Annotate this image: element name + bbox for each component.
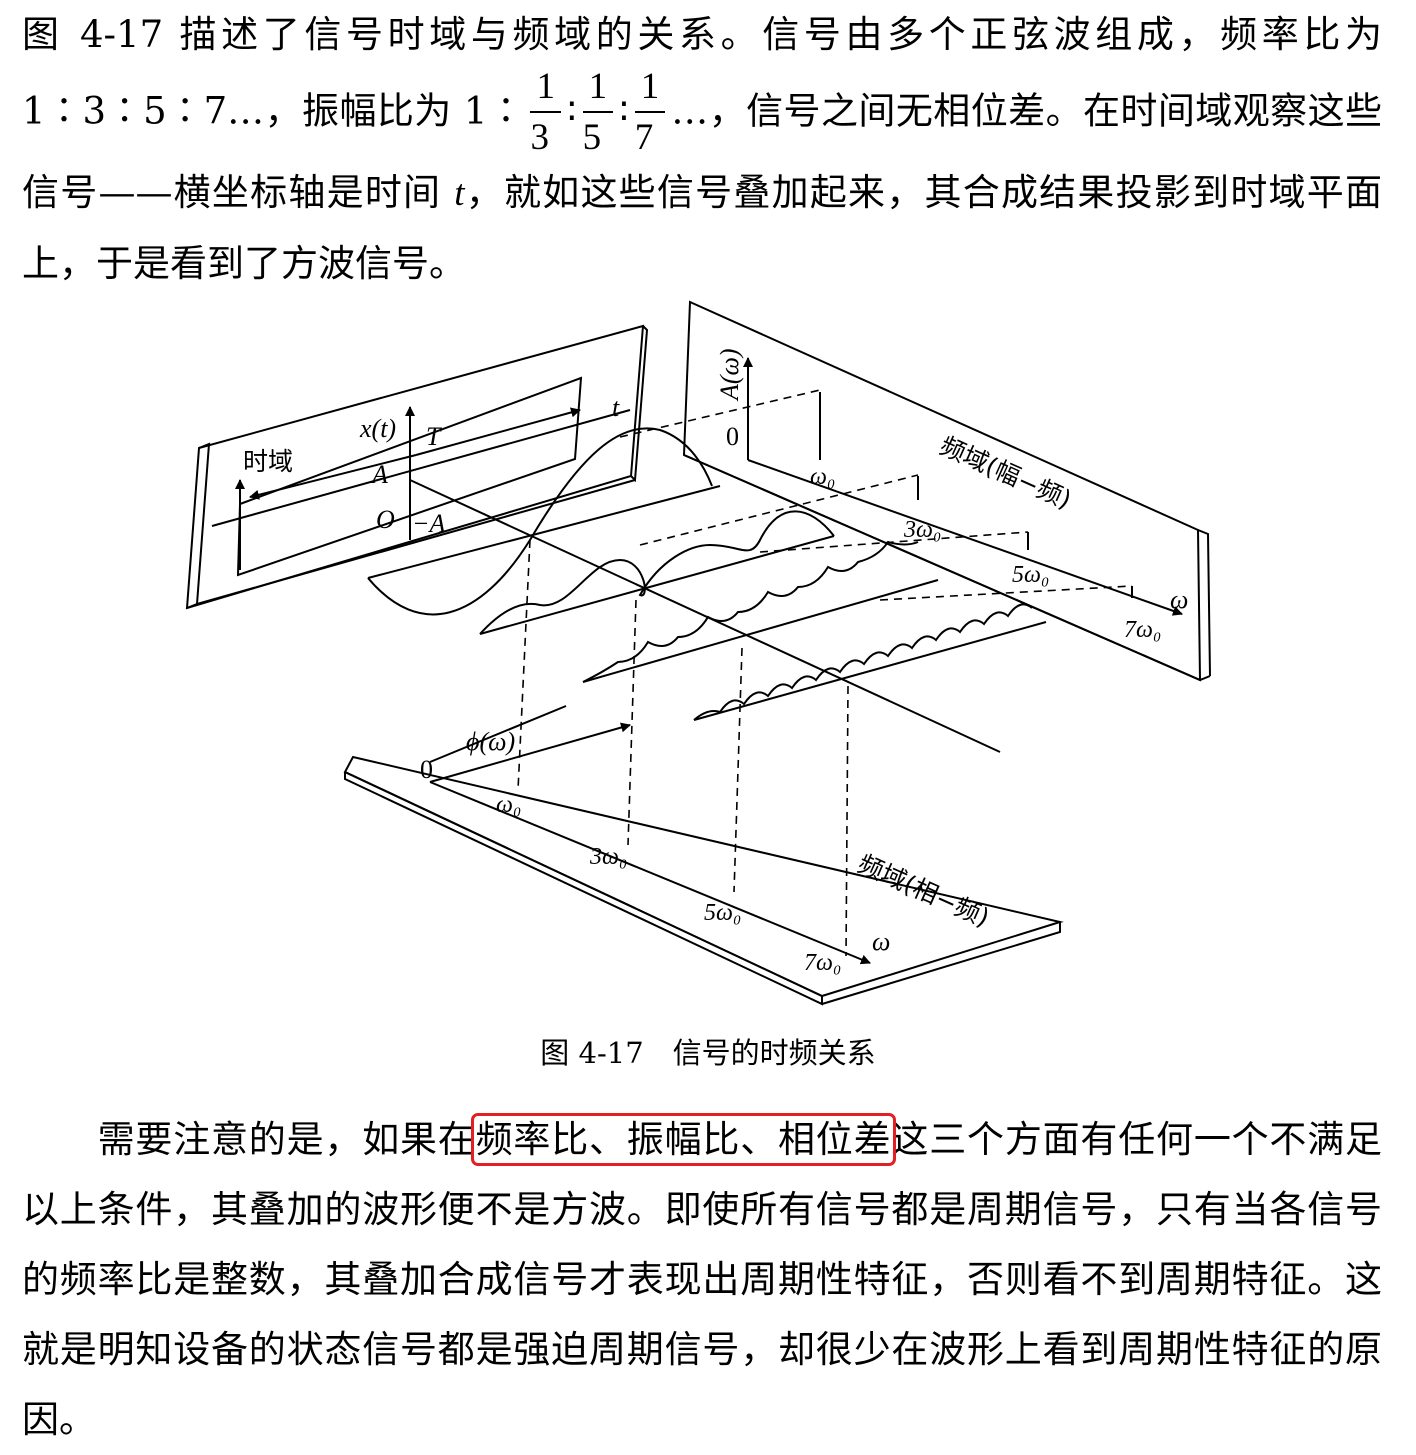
omega5-amp-label: 5ω₀ bbox=[1012, 562, 1049, 588]
omega-phase-axis-label: ω bbox=[872, 927, 890, 956]
omega0-phase-label: ω₀ bbox=[496, 792, 521, 818]
omega3-phase-label: 3ω₀ bbox=[589, 844, 627, 870]
note-text-before: 需要注意的是，如果在 bbox=[97, 1118, 476, 1161]
figure-caption: 图 4-17 信号的时频关系 bbox=[0, 1030, 1416, 1072]
amplitude-zero-label: 0 bbox=[726, 422, 739, 451]
time-domain-label: 时域 bbox=[243, 447, 293, 476]
phase-axis-label: ϕ(ω) bbox=[466, 727, 515, 756]
period-label: T bbox=[426, 422, 442, 451]
paragraph-note: 需要注意的是，如果在频率比、振幅比、相位差这三个方面有任何一个不满足以上条件，其… bbox=[22, 1105, 1382, 1455]
highlighted-phrase: 频率比、振幅比、相位差 bbox=[470, 1113, 897, 1166]
harmonic-7-wave bbox=[693, 603, 1033, 721]
fraction-denominator: 7 bbox=[634, 117, 654, 158]
ratio-separator: ∶ bbox=[619, 89, 629, 133]
fraction-one-fifth: 15 bbox=[582, 68, 614, 158]
harmonic-3-wave bbox=[479, 510, 835, 635]
paragraph-intro: 图 4-17 描述了信号时域与频域的关系。信号由多个正弦波组成，频率比为 1∶3… bbox=[22, 0, 1382, 299]
time-frequency-diagram: 时域 x(t) T t A O −A 0 A(ω) 频域(幅−频) ω₀ 3ω₀… bbox=[185, 300, 1211, 1006]
phase-zero-label: 0 bbox=[420, 755, 433, 784]
ratio-separator: ∶ bbox=[566, 89, 577, 133]
amplitude-axis-label: A(ω) bbox=[715, 348, 744, 402]
fraction-numerator: 1 bbox=[582, 68, 614, 113]
note-text-after: 这三个方面有任何一个不满足以上条件，其叠加的波形便不是方波。即使所有信号都是周期… bbox=[22, 1118, 1383, 1441]
time-variable: t bbox=[454, 173, 465, 214]
fraction-numerator: 1 bbox=[634, 68, 666, 113]
harmonic-7-axis bbox=[693, 621, 1047, 721]
xt-label: x(t) bbox=[359, 414, 396, 443]
fraction-one-third: 13 bbox=[530, 68, 561, 156]
time-axis-label: t bbox=[612, 393, 620, 422]
caption-title: 信号的时频关系 bbox=[672, 1036, 876, 1070]
origin-label: O bbox=[376, 505, 395, 534]
omega-amp-axis-label: ω bbox=[1170, 585, 1188, 614]
omega5-phase-label: 5ω₀ bbox=[704, 900, 741, 926]
omega7-amp-label: 7ω₀ bbox=[1124, 617, 1161, 643]
fraction-numerator: 1 bbox=[530, 68, 561, 113]
fraction-denominator: 3 bbox=[530, 117, 549, 158]
fraction-one-seventh: 17 bbox=[634, 68, 666, 158]
fraction-denominator: 5 bbox=[582, 117, 602, 158]
amplitude-A-label: A bbox=[370, 460, 388, 489]
omega7-phase-label: 7ω₀ bbox=[804, 950, 841, 976]
omega3-amp-label: 3ω₀ bbox=[903, 517, 941, 543]
omega0-amp-label: ω₀ bbox=[810, 464, 835, 490]
caption-number: 图 4-17 bbox=[540, 1036, 644, 1070]
phase-frequency-plane bbox=[343, 705, 1064, 1006]
negative-A-label: −A bbox=[412, 509, 446, 538]
